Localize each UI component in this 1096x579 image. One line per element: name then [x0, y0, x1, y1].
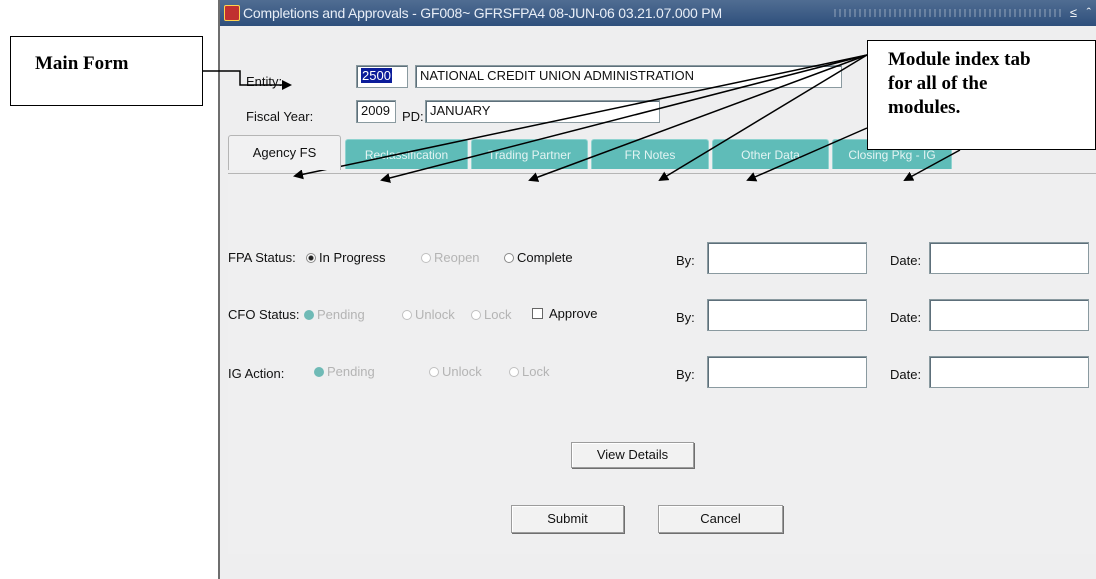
- annotation-arrows: [203, 54, 961, 183]
- main-form-arrow: [203, 70, 292, 90]
- arrow-to-other-data-tab: [746, 127, 868, 182]
- arrow-to-fr-notes-tab: [658, 54, 868, 182]
- arrow-to-closing-pkg-tab: [903, 149, 961, 181]
- tab-agency-fs[interactable]: Agency FS: [228, 135, 341, 170]
- arrow-to-reclassification-tab: [380, 54, 868, 183]
- arrow-to-agency-fs-tab: [293, 54, 868, 180]
- arrow-to-trading-partner-tab: [528, 54, 868, 182]
